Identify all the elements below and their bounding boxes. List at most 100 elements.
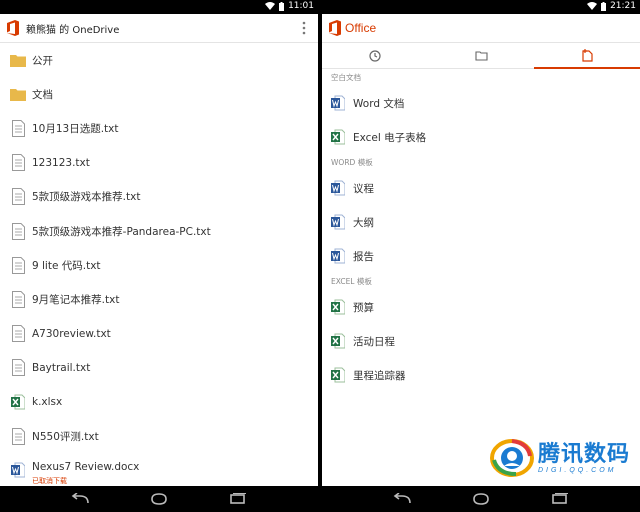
new-document-icon [581,49,593,62]
excel-doc-icon [331,333,346,349]
clock-icon [369,49,381,62]
word-doc-icon [331,248,346,264]
file-name: N550评测.txt [32,430,99,443]
file-row[interactable]: 10月13日选题.txt [0,111,318,145]
template-item[interactable]: 活动日程 [322,324,640,358]
file-name: Baytrail.txt [32,361,91,374]
wifi-icon [265,1,276,10]
section-header: 空白文档 [331,73,361,82]
text-file-icon [10,119,26,137]
file-row[interactable]: Nexus7 Review.docx 已取消下载 [0,453,318,487]
folder-icon [474,51,488,61]
file-row[interactable]: 5款顶级游戏本推荐-Pandarea-PC.txt [0,214,318,248]
template-label: 活动日程 [353,335,395,348]
battery-icon [279,1,285,11]
onedrive-app-bar: 赖熊猫 的 OneDrive [0,14,318,43]
home-icon[interactable] [149,493,169,505]
page-title: 赖熊猫 的 OneDrive [26,24,120,36]
template-list: 空白文档 Word 文档 Excel 电子表格 WORD 模板议程大纲报告 EXCEL … [322,69,640,392]
template-item[interactable]: 议程 [322,171,640,205]
file-list: 公开文档 10月13日选题.txt 123123.txt 5款顶级游戏本推荐.txt 5… [0,43,318,485]
excel-doc-icon [331,129,346,145]
template-item[interactable]: 预算 [322,290,640,324]
watermark-title: 腾讯数码 [537,441,630,467]
template-item[interactable]: 大纲 [322,205,640,239]
navigation-bar [322,486,640,512]
text-file-icon [10,222,26,240]
file-name: 9月笔记本推荐.txt [32,293,120,306]
file-name: 文档 [32,88,53,101]
file-row[interactable]: Baytrail.txt [0,351,318,385]
office-logo-icon[interactable] [328,20,342,36]
office-pane: 21:21 Office 空白文档 Word 文档 Excel 电子表格 WORD 模… [322,0,640,512]
text-file-icon [10,188,26,206]
office-brand: Office [345,21,377,35]
text-file-icon [10,256,26,274]
text-file-icon [10,325,26,343]
status-time: 11:01 [288,1,314,11]
file-row[interactable]: 5款顶级游戏本推荐.txt [0,180,318,214]
navigation-bar [0,486,318,512]
recent-apps-icon[interactable] [550,493,570,505]
status-bar: 21:21 [322,0,640,14]
file-name: 5款顶级游戏本推荐-Pandarea-PC.txt [32,225,211,238]
file-name: 9 lite 代码.txt [32,259,101,272]
folder-icon [10,51,26,69]
folder-icon [10,85,26,103]
template-label: 报告 [353,250,374,263]
text-file-icon [10,154,26,172]
recent-apps-icon[interactable] [228,493,248,505]
back-icon[interactable] [70,493,90,505]
watermark: 腾讯数码 DIGI.QQ.COM [489,438,630,478]
section-header: WORD 模板 [331,158,373,167]
file-name: 5款顶级游戏本推荐.txt [32,191,141,204]
file-name: Nexus7 Review.docx [32,461,140,474]
file-row[interactable]: 9 lite 代码.txt [0,248,318,282]
file-row[interactable]: 公开 [0,43,318,77]
template-label: 预算 [353,301,374,314]
status-bar: 11:01 [0,0,318,14]
template-label: Word 文档 [353,97,405,110]
file-name: A730review.txt [32,327,111,340]
home-icon[interactable] [471,493,491,505]
file-row[interactable]: N550评测.txt [0,419,318,453]
tab-open[interactable] [428,43,534,68]
excel-file-icon [10,393,26,411]
word-doc-icon [331,180,346,196]
onedrive-pane: 11:01 赖熊猫 的 OneDrive 公开文档 10月13日选题.txt 123… [0,0,318,512]
text-file-icon [10,427,26,445]
template-label: 大纲 [353,216,374,229]
file-name: 公开 [32,54,53,67]
word-file-icon [10,461,26,479]
excel-doc-icon [331,367,346,383]
back-icon[interactable] [392,493,412,505]
template-label: 里程追踪器 [353,369,406,382]
office-logo-icon[interactable] [6,20,20,36]
file-row[interactable]: k.xlsx [0,385,318,419]
template-item[interactable]: Word 文档 [322,86,640,120]
file-row[interactable]: A730review.txt [0,317,318,351]
template-item[interactable]: 报告 [322,239,640,273]
template-item[interactable]: 里程追踪器 [322,358,640,392]
template-item[interactable]: Excel 电子表格 [322,120,640,154]
word-doc-icon [331,214,346,230]
tab-new[interactable] [534,43,640,69]
template-label: 议程 [353,182,374,195]
file-row[interactable]: 9月笔记本推荐.txt [0,282,318,316]
status-time: 21:21 [610,1,636,11]
watermark-subtitle: DIGI.QQ.COM [537,466,617,474]
tab-recent[interactable] [322,43,428,68]
section-header: EXCEL 模板 [331,277,372,286]
tencent-digi-logo-icon [489,439,534,477]
file-row[interactable]: 123123.txt [0,146,318,180]
download-status: 已取消下载 [32,477,67,486]
text-file-icon [10,359,26,377]
template-label: Excel 电子表格 [353,131,427,144]
overflow-menu-icon[interactable] [302,21,306,35]
word-doc-icon [331,95,346,111]
tablet-screen: 11:01 赖熊猫 的 OneDrive 公开文档 10月13日选题.txt 123… [0,0,640,512]
text-file-icon [10,290,26,308]
office-app-bar: Office [322,14,640,43]
battery-icon [601,1,607,11]
file-row[interactable]: 文档 [0,77,318,111]
